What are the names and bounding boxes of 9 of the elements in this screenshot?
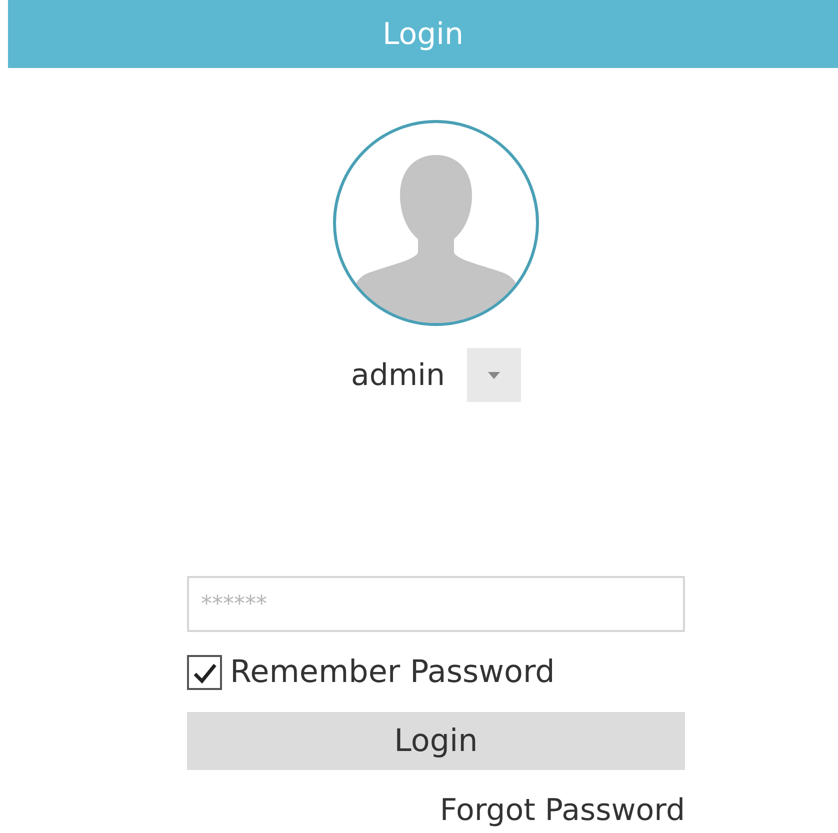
forgot-password-link[interactable]: Forgot Password bbox=[187, 788, 685, 833]
caret-icon bbox=[488, 372, 500, 378]
username-label: admin bbox=[351, 356, 445, 394]
remember-checkbox[interactable] bbox=[187, 655, 222, 690]
header-title: Login bbox=[8, 0, 838, 68]
login-button[interactable]: Login bbox=[187, 712, 685, 770]
password-field[interactable]: ****** bbox=[187, 576, 685, 632]
checkmark-icon bbox=[192, 662, 216, 684]
remember-password-label: Remember Password bbox=[230, 657, 555, 688]
